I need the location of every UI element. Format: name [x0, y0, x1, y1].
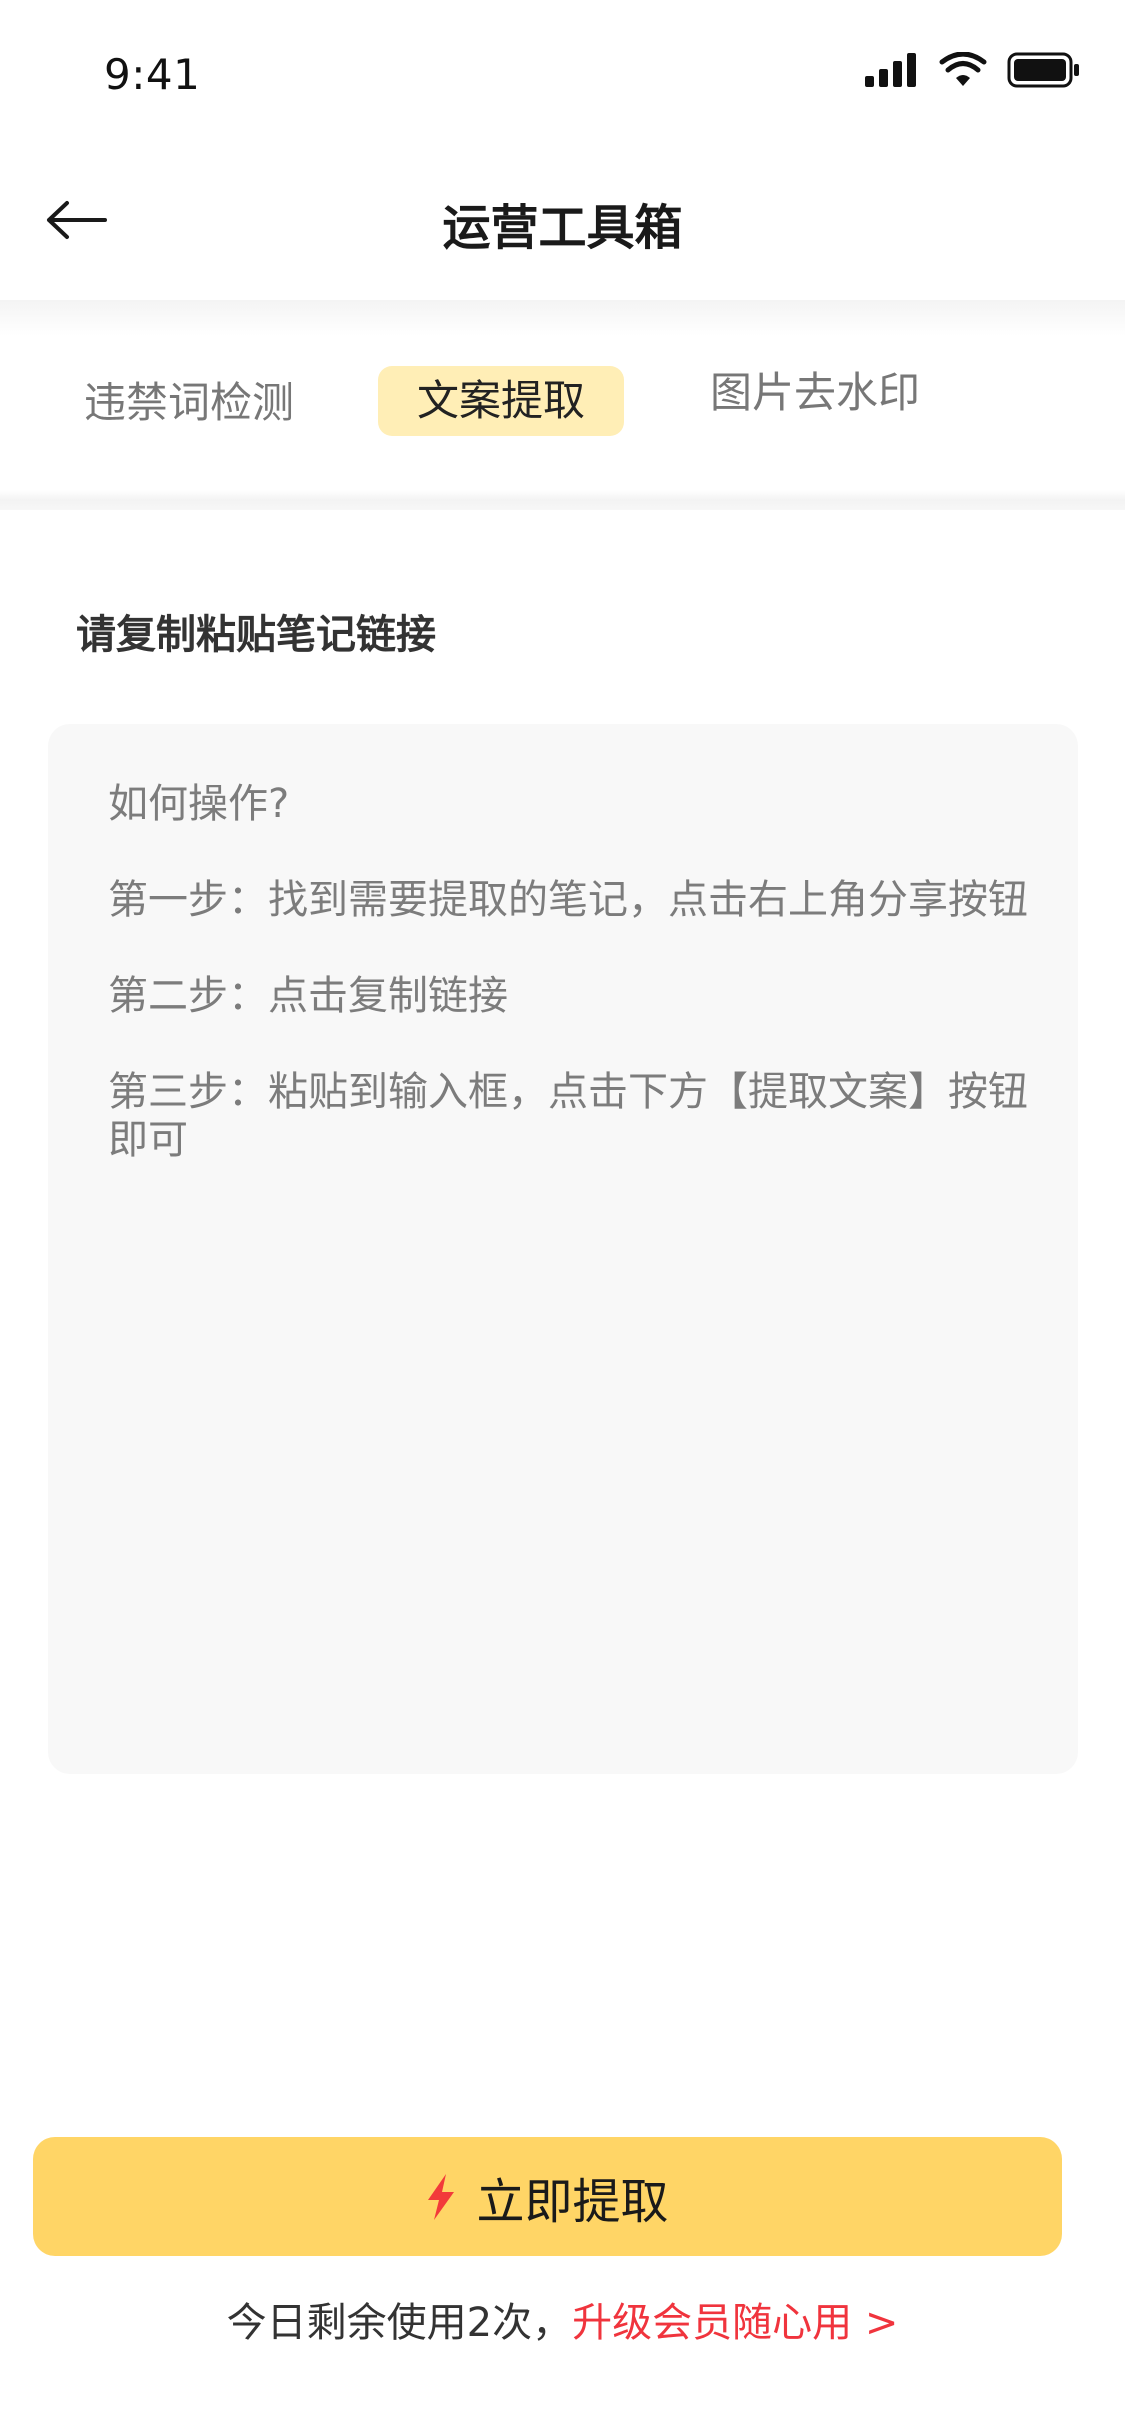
placeholder-line: 如何操作?	[108, 781, 290, 827]
wifi-icon	[939, 52, 987, 86]
extract-now-button[interactable]: 立即提取	[33, 2137, 1062, 2256]
page-title: 运营工具箱	[442, 200, 683, 256]
signal-icon	[865, 53, 916, 87]
tab-copy-extract[interactable]: 文案提取	[378, 366, 624, 436]
navigation-bar: 运营工具箱	[0, 140, 1125, 300]
upgrade-membership-link[interactable]: 升级会员随心用 >	[572, 2300, 898, 2346]
input-placeholder: 如何操作? 第一步：找到需要提取的笔记，点击右上角分享按钮 第二步：点击复制链接…	[108, 780, 1038, 1212]
status-icons	[865, 50, 1081, 90]
placeholder-line: 第三步：粘贴到输入框，点击下方【提取文案】按钮即可	[108, 1069, 1028, 1163]
link-input[interactable]: 如何操作? 第一步：找到需要提取的笔记，点击右上角分享按钮 第二步：点击复制链接…	[48, 724, 1078, 1774]
placeholder-line: 第二步：点击复制链接	[108, 973, 508, 1019]
screen: 9:41 运营工具箱 违禁词检测 文案提取 图片去水印 请复制粘贴笔记链接 如何…	[0, 0, 1125, 2436]
remaining-usage-text: 今日剩余使用2次，	[226, 2300, 573, 2346]
tool-tabs: 违禁词检测 文案提取 图片去水印	[0, 300, 1125, 510]
tab-forbidden-word-check[interactable]: 违禁词检测	[84, 368, 294, 438]
battery-icon	[1007, 52, 1079, 88]
extract-now-label: 立即提取	[476, 2173, 669, 2230]
usage-footer: 今日剩余使用2次，升级会员随心用 >	[0, 2290, 1125, 2348]
placeholder-line: 第一步：找到需要提取的笔记，点击右上角分享按钮	[108, 877, 1028, 923]
lightning-icon	[428, 2173, 455, 2220]
tab-image-watermark-removal[interactable]: 图片去水印	[710, 358, 920, 428]
status-bar: 9:41	[0, 0, 1125, 140]
status-time: 9:41	[104, 50, 201, 99]
link-input-label: 请复制粘贴笔记链接	[76, 612, 436, 658]
